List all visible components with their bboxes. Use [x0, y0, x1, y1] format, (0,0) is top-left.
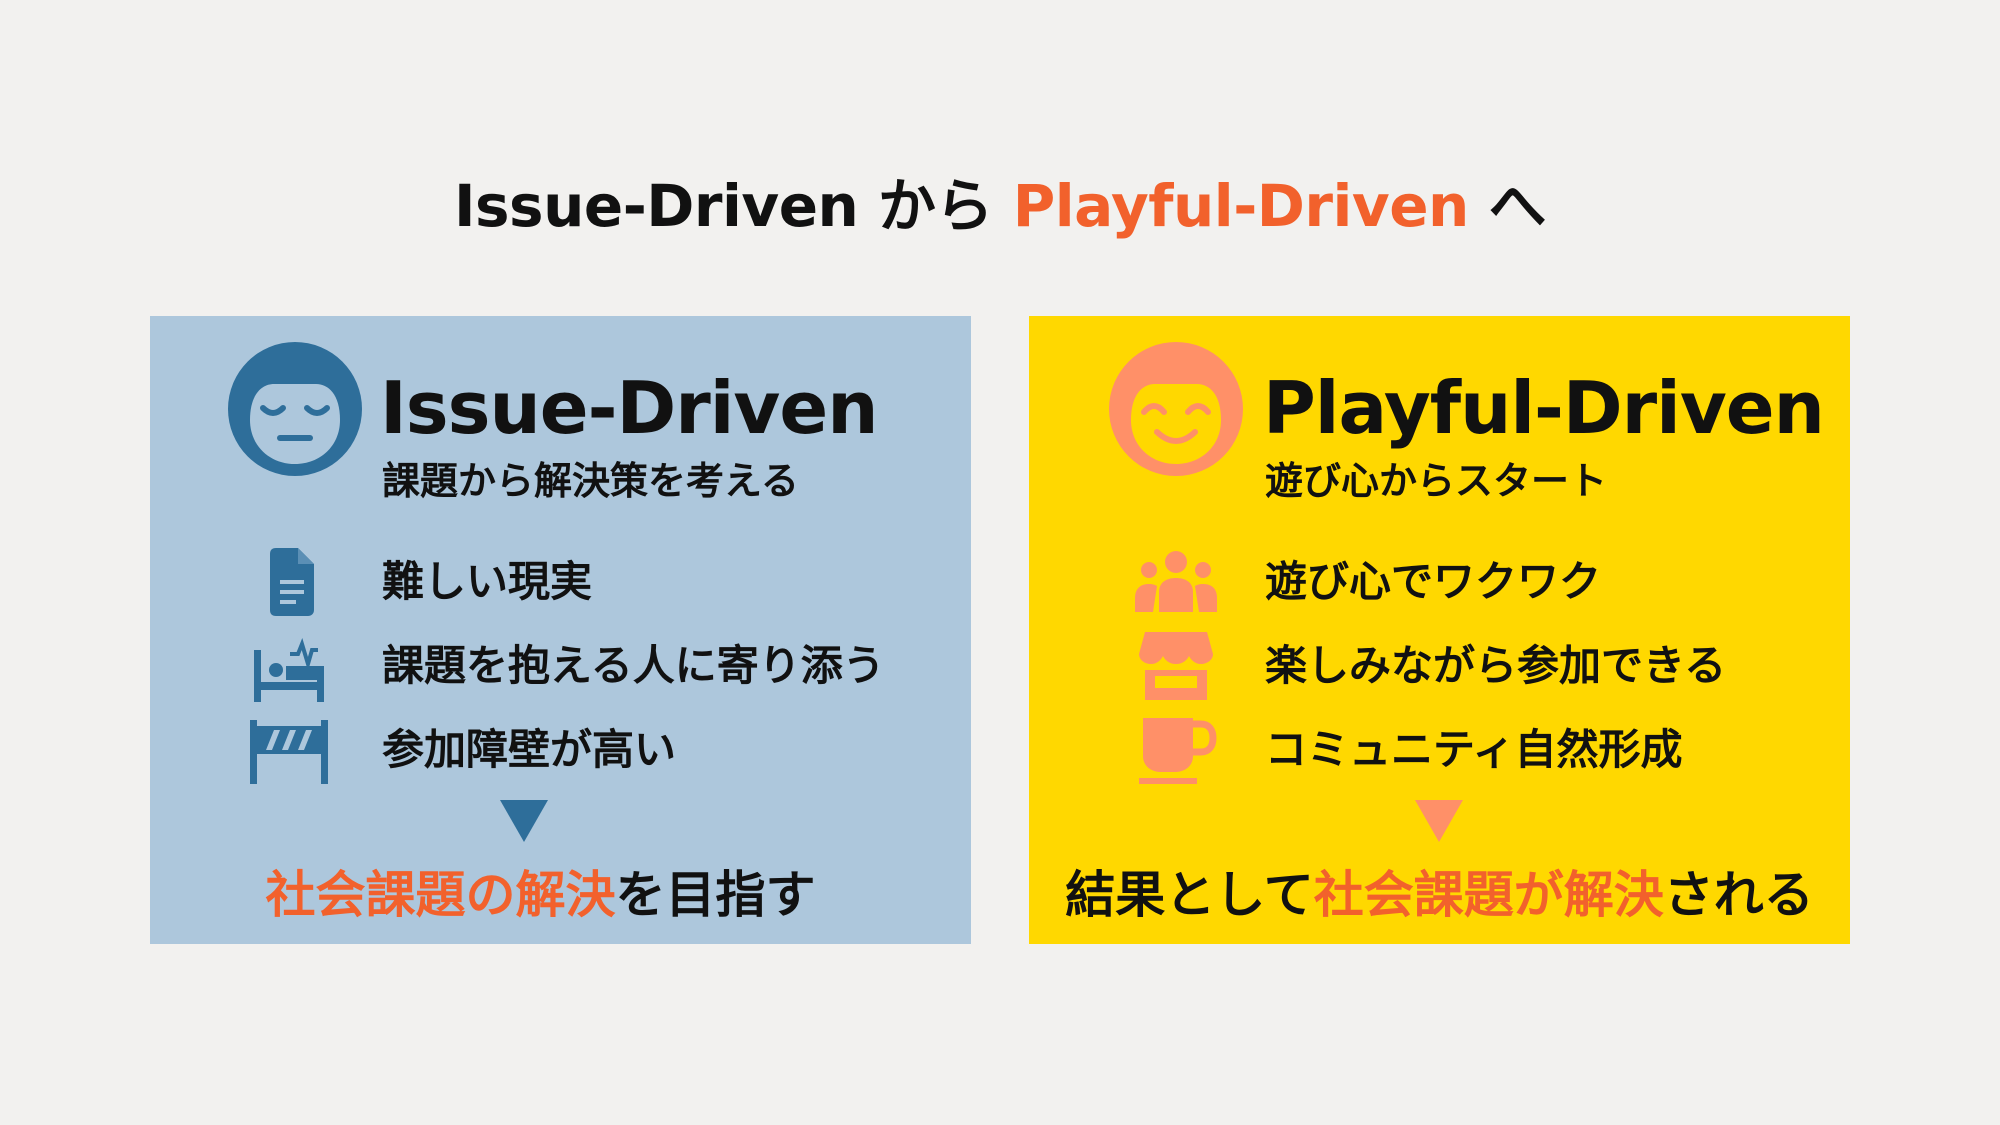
playful-item-label: 楽しみながら参加できる: [1265, 641, 1727, 690]
smiling-face-icon: [1109, 342, 1243, 476]
playful-item-3: コミュニティ自然形成: [1029, 710, 1850, 790]
title-part-end: へ: [1468, 172, 1547, 240]
coffee-cup-icon: [1131, 710, 1221, 790]
page-title: Issue-Driven から Playful-Driven へ: [0, 168, 2000, 244]
playful-heading: Playful-Driven: [1263, 366, 1825, 450]
playful-item-label: コミュニティ自然形成: [1265, 725, 1683, 774]
issue-item-label: 参加障壁が高い: [382, 725, 677, 774]
barrier-icon: [244, 710, 334, 790]
issue-item-3: 参加障壁が高い: [150, 710, 971, 790]
playful-item-label: 遊び心でワクワク: [1265, 557, 1602, 606]
issue-conclusion: 社会課題の解決を目指す: [265, 866, 816, 924]
title-part-issue: Issue-Driven から: [453, 172, 1013, 240]
issue-item-label: 難しい現実: [382, 557, 593, 606]
issue-subheading: 課題から解決策を考える: [382, 459, 799, 503]
playful-driven-panel: Playful-Driven 遊び心からスタート 遊び心でワクワク 楽しみながら…: [1029, 316, 1850, 944]
issue-driven-panel: Issue-Driven 課題から解決策を考える 難しい現実 課題を抱える人に寄…: [150, 316, 971, 944]
down-arrow-icon: [1415, 800, 1463, 842]
playful-subheading: 遊び心からスタート: [1265, 459, 1608, 503]
sick-bed-icon: [244, 626, 334, 706]
playful-item-2: 楽しみながら参加できる: [1029, 626, 1850, 706]
group-icon: [1131, 542, 1221, 622]
playful-conclusion: 結果として社会課題が解決される: [1065, 866, 1814, 924]
issue-item-1: 難しい現実: [150, 542, 971, 622]
sleepy-face-icon: [228, 342, 362, 476]
document-icon: [244, 542, 334, 622]
issue-heading: Issue-Driven: [380, 366, 878, 450]
playful-item-1: 遊び心でワクワク: [1029, 542, 1850, 622]
storefront-icon: [1131, 626, 1221, 706]
title-accent-playful: Playful-Driven: [1012, 172, 1470, 240]
down-arrow-icon: [500, 800, 548, 842]
issue-item-2: 課題を抱える人に寄り添う: [150, 626, 971, 706]
issue-item-label: 課題を抱える人に寄り添う: [382, 641, 885, 690]
